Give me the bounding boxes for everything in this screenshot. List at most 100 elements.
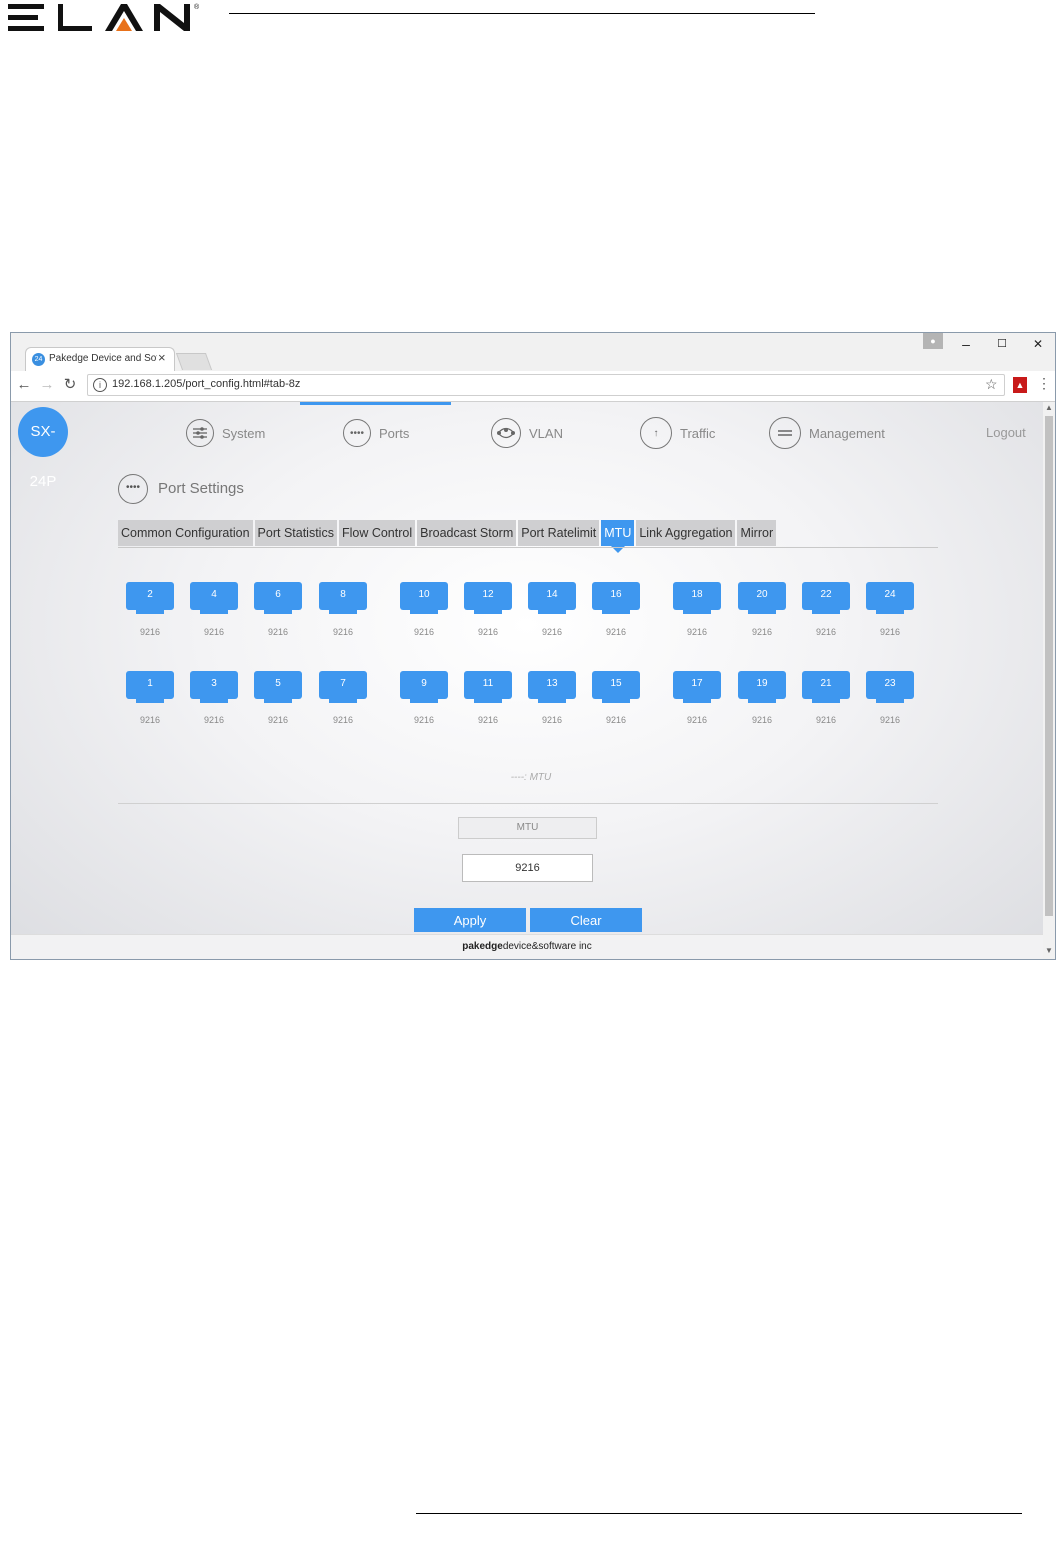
svg-text:®: ® [194, 3, 200, 11]
footer-text: pakedgedevice&software inc [11, 941, 1043, 952]
port-18[interactable]: 18 [673, 582, 721, 614]
port-mtu-value: 9216 [686, 715, 708, 725]
port-mtu-value: 9216 [203, 627, 225, 637]
url-text[interactable]: 192.168.1.205/port_config.html#tab-8z [112, 378, 300, 390]
port-3[interactable]: 3 [190, 671, 238, 703]
star-icon[interactable]: ☆ [985, 376, 998, 393]
info-icon[interactable]: i [93, 378, 107, 392]
port-connector [538, 699, 566, 703]
port-connector [410, 610, 438, 614]
port-label: 5 [254, 671, 302, 699]
port-24[interactable]: 24 [866, 582, 914, 614]
header-rule [229, 13, 815, 14]
port-label: 24 [866, 582, 914, 610]
scrollbar[interactable]: ▲ ▼ [1043, 402, 1055, 959]
port-15[interactable]: 15 [592, 671, 640, 703]
port-label: 21 [802, 671, 850, 699]
port-14[interactable]: 14 [528, 582, 576, 614]
port-mtu-value: 9216 [879, 627, 901, 637]
port-mtu-value: 9216 [605, 627, 627, 637]
clear-button[interactable]: Clear [530, 908, 642, 932]
port-22[interactable]: 22 [802, 582, 850, 614]
apply-button[interactable]: Apply [414, 908, 526, 932]
port-connector [264, 699, 292, 703]
port-4[interactable]: 4 [190, 582, 238, 614]
port-mtu-value: 9216 [541, 627, 563, 637]
new-tab-button[interactable] [175, 353, 213, 370]
port-connector [748, 699, 776, 703]
port-mtu-value: 9216 [686, 627, 708, 637]
port-5[interactable]: 5 [254, 671, 302, 703]
port-mtu-value: 9216 [751, 715, 773, 725]
port-13[interactable]: 13 [528, 671, 576, 703]
port-mtu-value: 9216 [815, 715, 837, 725]
profile-icon[interactable]: ● [923, 333, 943, 349]
port-1[interactable]: 1 [126, 671, 174, 703]
port-connector [538, 610, 566, 614]
scroll-up-icon[interactable]: ▲ [1045, 403, 1053, 412]
port-20[interactable]: 20 [738, 582, 786, 614]
port-10[interactable]: 10 [400, 582, 448, 614]
port-connector [748, 610, 776, 614]
port-connector [329, 699, 357, 703]
port-23[interactable]: 23 [866, 671, 914, 703]
port-connector [410, 699, 438, 703]
port-6[interactable]: 6 [254, 582, 302, 614]
footer-brand: pakedge [462, 941, 503, 952]
port-17[interactable]: 17 [673, 671, 721, 703]
port-label: 1 [126, 671, 174, 699]
port-label: 8 [319, 582, 367, 610]
port-label: 13 [528, 671, 576, 699]
maximize-button[interactable]: ☐ [987, 335, 1017, 353]
port-mtu-value: 9216 [332, 715, 354, 725]
port-9[interactable]: 9 [400, 671, 448, 703]
port-mtu-value: 9216 [541, 715, 563, 725]
browser-window: 24 Pakedge Device and Soft × ● – ☐ ✕ ← →… [10, 332, 1056, 960]
scroll-thumb[interactable] [1045, 416, 1053, 916]
port-connector [329, 610, 357, 614]
port-label: 7 [319, 671, 367, 699]
pdf-extension-icon[interactable]: ▲ [1013, 377, 1027, 393]
port-mtu-value: 9216 [139, 715, 161, 725]
port-11[interactable]: 11 [464, 671, 512, 703]
forward-arrow-icon[interactable]: → [38, 376, 56, 394]
mtu-input[interactable] [462, 854, 593, 882]
tab-close-icon[interactable]: × [158, 350, 166, 365]
reload-icon[interactable]: ↻ [61, 376, 79, 394]
port-19[interactable]: 19 [738, 671, 786, 703]
port-label: 14 [528, 582, 576, 610]
port-mtu-value: 9216 [477, 715, 499, 725]
port-mtu-value: 9216 [605, 715, 627, 725]
back-arrow-icon[interactable]: ← [15, 376, 33, 394]
close-button[interactable]: ✕ [1023, 335, 1053, 353]
port-7[interactable]: 7 [319, 671, 367, 703]
port-connector [200, 610, 228, 614]
browser-menu-icon[interactable]: ⋮ [1037, 375, 1051, 392]
tab-title: Pakedge Device and Soft [49, 353, 157, 364]
port-8[interactable]: 8 [319, 582, 367, 614]
address-bar[interactable]: i 192.168.1.205/port_config.html#tab-8z … [87, 374, 1005, 396]
port-mtu-value: 9216 [413, 715, 435, 725]
port-mtu-value: 9216 [879, 715, 901, 725]
port-grid: 2 9216 4 9216 6 9216 8 9216 10 9216 12 9216 14 9216 16… [11, 402, 1043, 742]
elan-logo: ® [8, 3, 200, 31]
port-connector [136, 699, 164, 703]
port-12[interactable]: 12 [464, 582, 512, 614]
port-label: 20 [738, 582, 786, 610]
footer-rule [416, 1513, 1022, 1514]
port-connector [136, 610, 164, 614]
port-label: 10 [400, 582, 448, 610]
port-16[interactable]: 16 [592, 582, 640, 614]
port-mtu-value: 9216 [139, 627, 161, 637]
port-mtu-value: 9216 [413, 627, 435, 637]
minimize-button[interactable]: – [951, 335, 981, 353]
port-21[interactable]: 21 [802, 671, 850, 703]
port-mtu-value: 9216 [477, 627, 499, 637]
port-connector [683, 699, 711, 703]
port-2[interactable]: 2 [126, 582, 174, 614]
port-mtu-value: 9216 [751, 627, 773, 637]
section-divider [118, 803, 938, 804]
browser-tab[interactable]: 24 Pakedge Device and Soft × [25, 347, 175, 371]
port-connector [200, 699, 228, 703]
scroll-down-icon[interactable]: ▼ [1045, 946, 1053, 955]
